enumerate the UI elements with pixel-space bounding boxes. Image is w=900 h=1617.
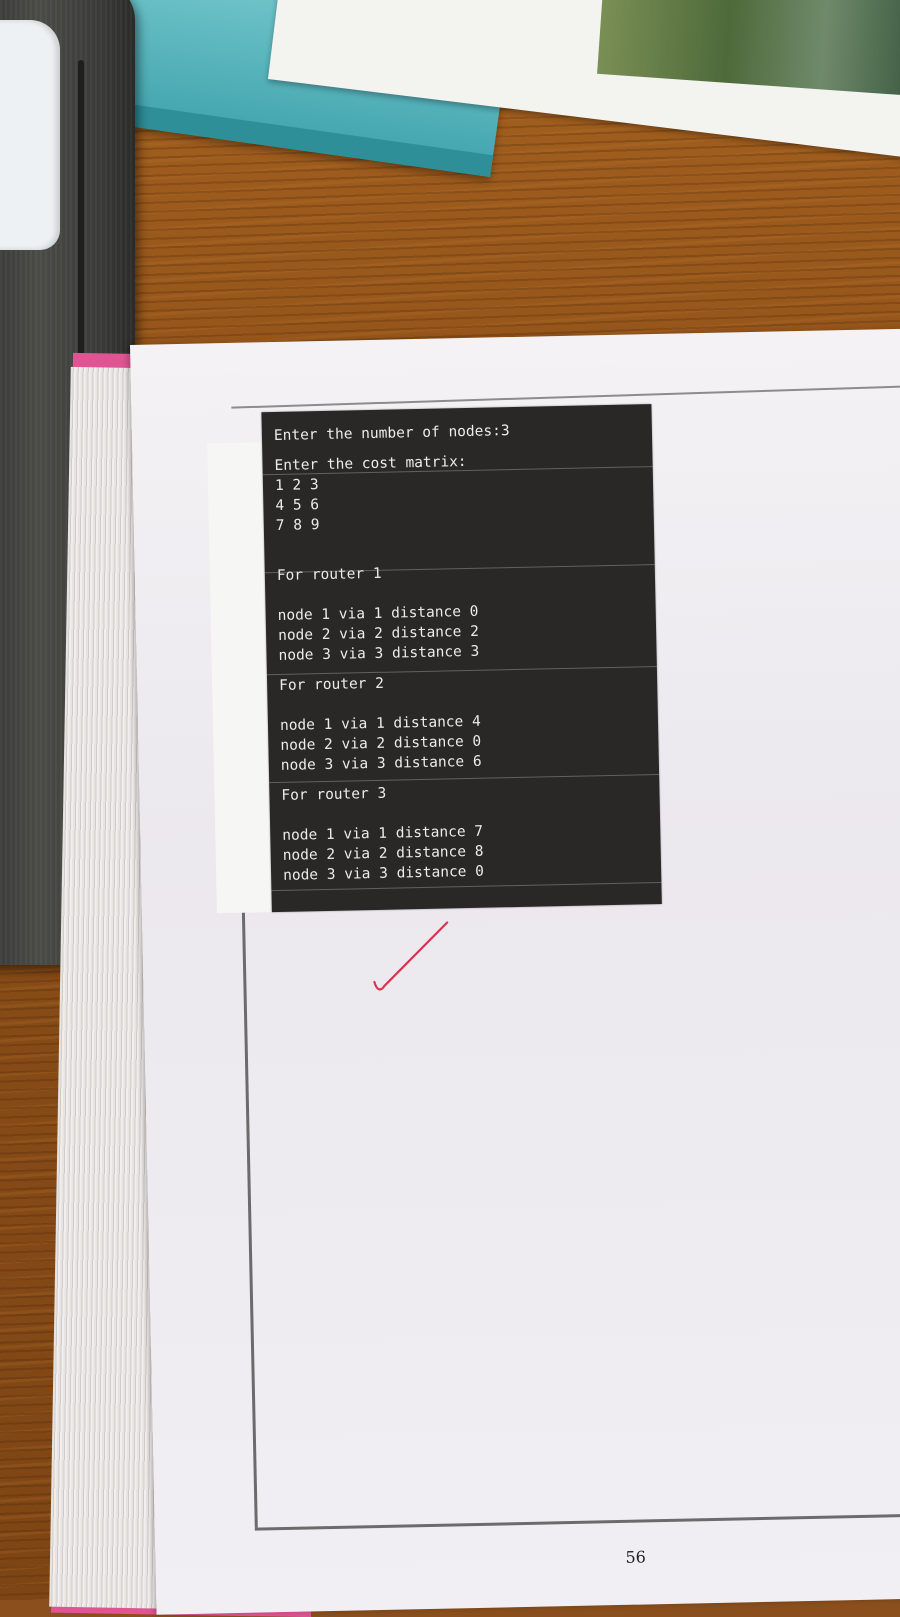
notebook-page: Enter the number of nodes:3 Enter the co… — [130, 328, 900, 1615]
page-number: 56 — [625, 1547, 647, 1567]
page-border-bottom — [254, 1512, 900, 1531]
page-border-left — [241, 897, 258, 1528]
tissue-paper — [0, 20, 60, 250]
terminal-printout: Enter the number of nodes:3 Enter the co… — [261, 404, 662, 913]
checkmark-icon — [373, 921, 449, 991]
